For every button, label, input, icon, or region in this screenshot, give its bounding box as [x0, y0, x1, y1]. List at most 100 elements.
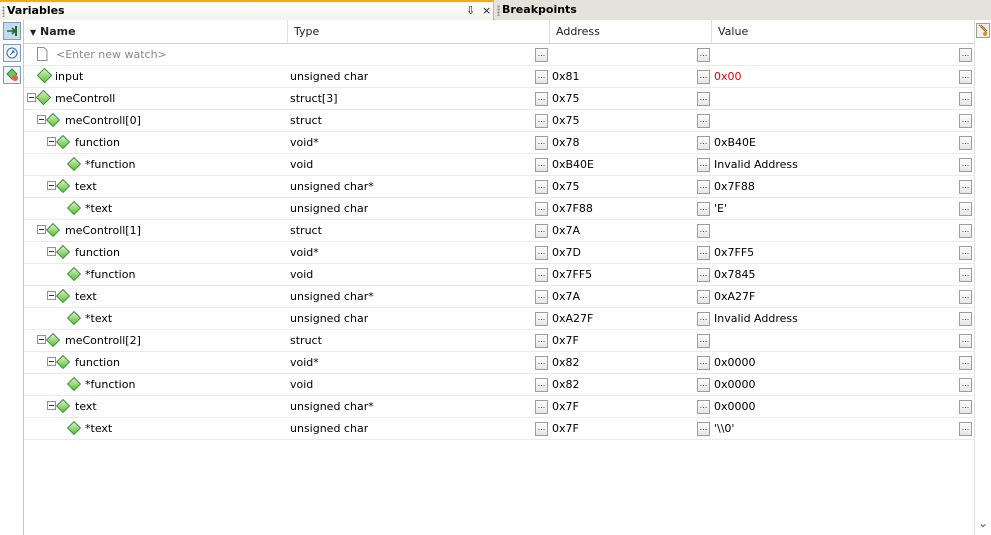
value-edit-button[interactable]: ...	[959, 158, 972, 172]
type-edit-button[interactable]: ...	[535, 136, 548, 150]
address-edit-button[interactable]: ...	[697, 422, 710, 436]
type-edit-button[interactable]: ...	[535, 334, 548, 348]
variable-row[interactable]: *function void... 0x82... 0x0000...	[24, 374, 974, 396]
address-edit-button[interactable]: ...	[697, 334, 710, 348]
add-watch-button[interactable]	[3, 22, 21, 40]
column-header-name[interactable]: ▼ Name	[24, 20, 288, 43]
value-edit-button[interactable]: ...	[959, 422, 972, 436]
variable-row[interactable]: text unsigned char*... 0x7F... 0x0000...	[24, 396, 974, 418]
tab-variables[interactable]: Variables ⇩ ×	[0, 0, 494, 20]
address-edit-button[interactable]: ...	[697, 268, 710, 282]
value-edit-button[interactable]: ...	[959, 48, 972, 62]
vertical-scrollbar[interactable]: ⌄	[974, 20, 991, 535]
type-edit-button[interactable]: ...	[535, 356, 548, 370]
address-edit-button[interactable]: ...	[697, 246, 710, 260]
address-edit-button[interactable]: ...	[697, 378, 710, 392]
address-edit-button[interactable]: ...	[697, 158, 710, 172]
tab-breakpoints[interactable]: Breakpoints	[495, 0, 991, 20]
variable-name: *function	[85, 268, 136, 281]
variable-row[interactable]: meControll struct[3]... 0x75......	[24, 88, 974, 110]
column-header-type[interactable]: Type	[288, 20, 550, 43]
variable-type: unsigned char	[290, 70, 369, 83]
type-edit-button[interactable]: ...	[535, 92, 548, 106]
type-edit-button[interactable]: ...	[535, 224, 548, 238]
value-edit-button[interactable]: ...	[959, 268, 972, 282]
variable-row[interactable]: function void*... 0x78... 0xB40E...	[24, 132, 974, 154]
variable-row[interactable]: *function void... 0xB40E... Invalid Address…	[24, 154, 974, 176]
variable-address: 0x82	[552, 356, 580, 369]
variable-type: struct	[290, 334, 322, 347]
value-edit-button[interactable]: ...	[959, 356, 972, 370]
value-edit-button[interactable]: ...	[959, 400, 972, 414]
address-edit-button[interactable]: ...	[697, 312, 710, 326]
variable-row[interactable]: *text unsigned char... 0x7F88... 'E'...	[24, 198, 974, 220]
tab-menu-icon[interactable]: ⇩	[466, 2, 475, 19]
value-edit-button[interactable]: ...	[959, 378, 972, 392]
variable-value: 'E'	[714, 202, 727, 215]
value-edit-button[interactable]: ...	[959, 202, 972, 216]
variable-row[interactable]: function void*... 0x82... 0x0000...	[24, 352, 974, 374]
value-edit-button[interactable]: ...	[959, 180, 972, 194]
value-edit-button[interactable]: ...	[959, 92, 972, 106]
type-edit-button[interactable]: ...	[535, 114, 548, 128]
close-icon[interactable]: ×	[482, 2, 491, 19]
column-chooser-button[interactable]	[976, 23, 990, 38]
address-edit-button[interactable]: ...	[697, 136, 710, 150]
type-edit-button[interactable]: ...	[535, 70, 548, 84]
variable-name: function	[75, 246, 120, 259]
value-edit-button[interactable]: ...	[959, 312, 972, 326]
address-edit-button[interactable]: ...	[697, 224, 710, 238]
variable-row[interactable]: text unsigned char*... 0x7A... 0xA27F...	[24, 286, 974, 308]
type-edit-button[interactable]: ...	[535, 246, 548, 260]
address-edit-button[interactable]: ...	[697, 48, 710, 62]
type-edit-button[interactable]: ...	[535, 290, 548, 304]
type-edit-button[interactable]: ...	[535, 378, 548, 392]
address-edit-button[interactable]: ...	[697, 114, 710, 128]
variable-row[interactable]: function void*... 0x7D... 0x7FF5...	[24, 242, 974, 264]
value-edit-button[interactable]: ...	[959, 224, 972, 238]
tab-variables-label: Variables	[7, 4, 65, 17]
variable-row[interactable]: text unsigned char*... 0x75... 0x7F88...	[24, 176, 974, 198]
address-edit-button[interactable]: ...	[697, 180, 710, 194]
variable-row[interactable]: meControll[1] struct... 0x7A......	[24, 220, 974, 242]
variable-row[interactable]: *text unsigned char... 0x7F... '\\0'...	[24, 418, 974, 440]
type-edit-button[interactable]: ...	[535, 422, 548, 436]
variable-row[interactable]: input unsigned char... 0x81... 0x00...	[24, 66, 974, 88]
variable-type: unsigned char*	[290, 290, 374, 303]
type-edit-button[interactable]: ...	[535, 312, 548, 326]
variable-row[interactable]: *text unsigned char... 0xA27F... Invalid Ad…	[24, 308, 974, 330]
variable-address: 0x81	[552, 70, 580, 83]
type-edit-button[interactable]: ...	[535, 202, 548, 216]
auto-variables-icon	[6, 47, 18, 59]
new-watch-input[interactable]: <Enter new watch>	[56, 44, 167, 65]
value-edit-button[interactable]: ...	[959, 334, 972, 348]
address-edit-button[interactable]: ...	[697, 356, 710, 370]
value-edit-button[interactable]: ...	[959, 114, 972, 128]
value-edit-button[interactable]: ...	[959, 246, 972, 260]
variable-row[interactable]: meControll[2] struct... 0x7F......	[24, 330, 974, 352]
value-edit-button[interactable]: ...	[959, 70, 972, 84]
column-header-value[interactable]: Value	[712, 20, 974, 43]
type-edit-button[interactable]: ...	[535, 48, 548, 62]
address-edit-button[interactable]: ...	[697, 202, 710, 216]
variable-row[interactable]: meControll[0] struct... 0x75......	[24, 110, 974, 132]
grip-icon	[2, 5, 5, 17]
auto-variables-button[interactable]	[3, 44, 21, 62]
address-edit-button[interactable]: ...	[697, 400, 710, 414]
type-edit-button[interactable]: ...	[535, 400, 548, 414]
variable-row[interactable]: *function void... 0x7FF5... 0x7845...	[24, 264, 974, 286]
address-edit-button[interactable]: ...	[697, 290, 710, 304]
type-edit-button[interactable]: ...	[535, 180, 548, 194]
type-edit-button[interactable]: ...	[535, 268, 548, 282]
column-header-address[interactable]: Address	[550, 20, 712, 43]
new-watch-row[interactable]: <Enter new watch> ... ... ...	[24, 44, 974, 66]
value-edit-button[interactable]: ...	[959, 136, 972, 150]
scroll-down-icon[interactable]: ⌄	[978, 516, 988, 530]
variables-table: ▼ Name Type Address Value <Enter new wat…	[24, 20, 974, 535]
collapse-toggle-icon[interactable]	[27, 93, 36, 102]
address-edit-button[interactable]: ...	[697, 92, 710, 106]
type-edit-button[interactable]: ...	[535, 158, 548, 172]
local-variables-button[interactable]	[3, 66, 21, 84]
address-edit-button[interactable]: ...	[697, 70, 710, 84]
value-edit-button[interactable]: ...	[959, 290, 972, 304]
